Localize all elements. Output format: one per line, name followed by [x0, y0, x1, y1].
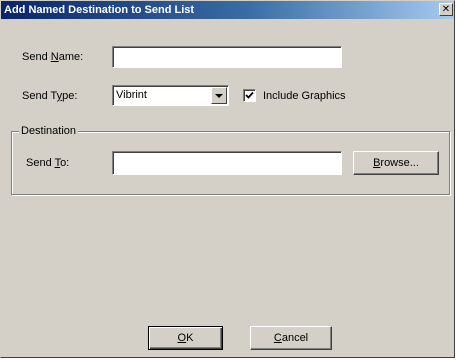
- send-type-label: Send Type:: [22, 90, 78, 102]
- include-graphics-label[interactable]: Include Graphics: [263, 90, 346, 102]
- send-name-label: Send Name:: [22, 51, 84, 63]
- chevron-down-icon[interactable]: [211, 87, 227, 104]
- send-name-input[interactable]: [112, 46, 342, 68]
- browse-button-label: Browse...: [373, 157, 419, 169]
- include-graphics-checkbox[interactable]: [243, 89, 256, 102]
- destination-group-label: Destination: [19, 125, 79, 138]
- close-button[interactable]: ✕: [439, 3, 453, 16]
- title-bar[interactable]: Add Named Destination to Send List ✕: [1, 1, 454, 19]
- ok-button-label: OK: [177, 332, 194, 344]
- send-to-label: Send To:: [26, 157, 70, 169]
- browse-button[interactable]: Browse...: [353, 151, 439, 175]
- cancel-button-label: Cancel: [273, 332, 309, 344]
- send-type-select[interactable]: Vibrint: [112, 85, 229, 106]
- send-type-value: Vibrint: [116, 89, 147, 101]
- checkmark-icon: [245, 91, 254, 99]
- add-named-destination-dialog: Add Named Destination to Send List ✕ Sen…: [0, 0, 455, 358]
- cancel-button[interactable]: Cancel: [250, 326, 332, 350]
- send-to-input[interactable]: [112, 151, 342, 175]
- close-icon: ✕: [441, 4, 451, 15]
- ok-button[interactable]: OK: [148, 326, 223, 350]
- dialog-title: Add Named Destination to Send List: [4, 4, 195, 16]
